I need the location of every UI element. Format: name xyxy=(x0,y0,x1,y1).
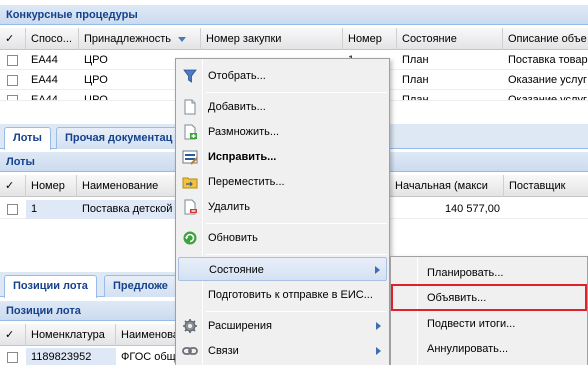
cell-affiliation: ЦРО xyxy=(84,54,108,66)
cell-name: ФГОС общ xyxy=(121,351,176,363)
procedures-grid-header: ✓ Спосо... Принадлежность Номер закупки … xyxy=(0,28,588,50)
menu-item-label: Состояние xyxy=(209,264,264,276)
menu-item-extensions[interactable]: Расширения xyxy=(178,314,387,338)
cell-nomenclature: 1189823952 xyxy=(26,348,116,365)
tab-other-documents[interactable]: Прочая документац xyxy=(56,127,180,149)
cell-name: Поставка детской xyxy=(77,200,177,219)
row-checkbox[interactable] xyxy=(7,204,18,215)
column-nomenclature[interactable]: Номенклатура xyxy=(26,324,116,346)
menu-item-delete[interactable]: Удалить xyxy=(178,195,387,219)
procedures-panel-title: Конкурсные процедуры xyxy=(0,5,588,25)
row-checkbox[interactable] xyxy=(7,95,18,100)
menu-item-label: Обновить xyxy=(208,232,258,244)
row-checkbox[interactable] xyxy=(7,352,18,363)
link-icon xyxy=(182,343,198,359)
highlight-frame xyxy=(391,284,587,311)
menu-item-filter[interactable]: Отобрать... xyxy=(178,64,387,88)
tab-proposals[interactable]: Предложе xyxy=(104,275,180,297)
cell-method: ЕА44 xyxy=(31,74,58,86)
submenu-arrow-icon xyxy=(376,322,381,330)
menu-item-label: Исправить... xyxy=(208,151,277,163)
menu-item-state[interactable]: Состояние xyxy=(178,257,387,281)
cell-state: План xyxy=(402,74,429,86)
menu-item-edit[interactable]: Исправить... xyxy=(178,145,387,169)
column-affiliation-label: Принадлежность xyxy=(84,33,172,45)
row-checkbox[interactable] xyxy=(7,75,18,86)
menu-item-label: Расширения xyxy=(208,320,272,332)
delete-document-icon xyxy=(182,199,198,215)
menu-item-refresh[interactable]: Обновить xyxy=(178,226,387,250)
column-start-price[interactable]: Начальная (макси xyxy=(390,175,504,197)
menu-item-label: Связи xyxy=(208,345,239,357)
submenu-item-summarize[interactable]: Подвести итоги... xyxy=(393,312,585,336)
menu-item-label: Планировать... xyxy=(427,267,504,279)
cell-state: План xyxy=(402,94,429,101)
menu-item-move[interactable]: Переместить... xyxy=(178,170,387,194)
menu-item-label: Удалить xyxy=(208,201,250,213)
menu-item-label: Аннулировать... xyxy=(427,343,509,355)
column-method[interactable]: Спосо... xyxy=(26,28,79,50)
cell-affiliation: ЦРО xyxy=(84,74,108,86)
refresh-icon xyxy=(182,230,198,246)
copy-document-icon xyxy=(182,124,198,140)
cell-method: ЕА44 xyxy=(31,94,58,101)
cell-description: Оказание услуг xyxy=(508,74,587,86)
gear-icon xyxy=(182,318,198,334)
menu-item-prepare-eis[interactable]: Подготовить к отправке в ЕИС... xyxy=(178,283,387,307)
submenu-item-cancel[interactable]: Аннулировать... xyxy=(393,337,585,361)
check-all-header[interactable]: ✓ xyxy=(0,28,26,50)
column-supplier[interactable]: Поставщик xyxy=(504,175,588,197)
column-number[interactable]: Номер xyxy=(343,28,397,50)
cell-start-price: 140 577,00 xyxy=(444,203,500,215)
tab-lots[interactable]: Лоты xyxy=(4,127,51,150)
menu-item-label: Подготовить к отправке в ЕИС... xyxy=(208,289,373,301)
menu-item-add[interactable]: Добавить... xyxy=(178,95,387,119)
column-state[interactable]: Состояние xyxy=(397,28,503,50)
edit-icon xyxy=(182,149,198,165)
menu-item-links[interactable]: Связи xyxy=(178,339,387,363)
new-document-icon xyxy=(182,99,198,115)
check-all-header[interactable]: ✓ xyxy=(0,175,26,197)
menu-item-label: Добавить... xyxy=(208,101,266,113)
cell-number: 1 xyxy=(26,200,77,219)
filter-icon xyxy=(182,68,198,84)
submenu-item-plan[interactable]: Планировать... xyxy=(393,261,585,285)
check-all-header[interactable]: ✓ xyxy=(0,324,26,346)
submenu-arrow-icon xyxy=(376,347,381,355)
cell-method: ЕА44 xyxy=(31,54,58,66)
menu-item-label: Подвести итоги... xyxy=(427,318,516,330)
context-menu: Отобрать... Добавить... Размножить... Ис… xyxy=(175,58,390,365)
cell-state: План xyxy=(402,54,429,66)
submenu-arrow-icon xyxy=(375,266,380,274)
menu-item-label: Отобрать... xyxy=(208,70,266,82)
menu-item-label: Размножить... xyxy=(208,126,280,138)
tab-lot-positions[interactable]: Позиции лота xyxy=(4,275,97,298)
sort-dropdown-icon[interactable] xyxy=(178,36,187,42)
menu-item-label: Переместить... xyxy=(208,176,285,188)
row-checkbox[interactable] xyxy=(7,55,18,66)
column-purchase-number[interactable]: Номер закупки xyxy=(201,28,343,50)
column-description[interactable]: Описание объе xyxy=(503,28,588,50)
column-number[interactable]: Номер xyxy=(26,175,77,197)
cell-affiliation: ЦРО xyxy=(84,94,108,101)
cell-description: Поставка товар xyxy=(508,54,588,66)
menu-item-duplicate[interactable]: Размножить... xyxy=(178,120,387,144)
folder-move-icon xyxy=(182,174,198,190)
column-affiliation[interactable]: Принадлежность xyxy=(79,28,201,50)
cell-description: Оказание услуг xyxy=(508,94,587,101)
